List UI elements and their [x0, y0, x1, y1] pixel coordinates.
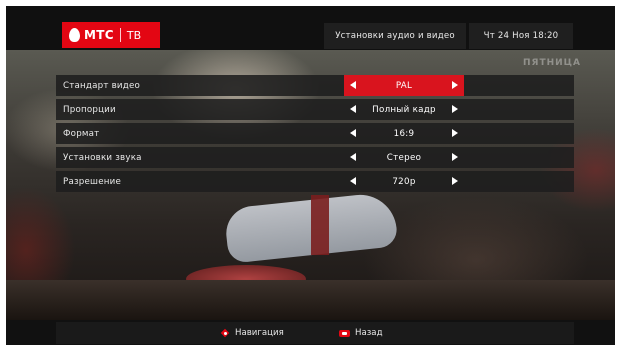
video-table — [6, 280, 615, 320]
value-selector[interactable]: Полный кадр — [344, 99, 464, 120]
back-key-icon — [339, 329, 350, 337]
service-name: ТВ — [126, 28, 142, 42]
navigation-hint: Навигация — [221, 328, 284, 338]
value-selector[interactable]: Стерео — [344, 147, 464, 168]
setting-value: 16:9 — [393, 128, 415, 139]
navigation-label: Навигация — [235, 328, 284, 338]
value-selector[interactable]: 720p — [344, 171, 464, 192]
back-hint[interactable]: Назад — [339, 328, 383, 338]
setting-value: Полный кадр — [372, 104, 436, 115]
setting-row-audio[interactable]: Установки звука Стерео — [56, 147, 574, 168]
back-label: Назад — [355, 328, 383, 338]
value-selector[interactable]: PAL — [344, 75, 464, 96]
date-time: Чт 24 Ноя 18:20 — [469, 23, 573, 49]
arrow-left-icon[interactable] — [350, 153, 356, 161]
setting-label: Установки звука — [63, 152, 142, 163]
mts-tv-logo: МТС ТВ — [62, 22, 160, 48]
arrow-right-icon[interactable] — [452, 81, 458, 89]
page-title: Установки аудио и видео — [324, 23, 466, 49]
setting-label: Пропорции — [63, 104, 116, 115]
setting-label: Формат — [63, 128, 100, 139]
header-bar: МТС ТВ Установки аудио и видео Чт 24 Ноя… — [6, 6, 615, 50]
tv-screen: ПЯТНИЦА МТС ТВ Установки аудио и видео Ч… — [6, 6, 615, 345]
setting-value: PAL — [395, 80, 413, 91]
setting-label: Разрешение — [63, 176, 122, 187]
arrow-right-icon[interactable] — [452, 177, 458, 185]
value-selector[interactable]: 16:9 — [344, 123, 464, 144]
setting-row-format[interactable]: Формат 16:9 — [56, 123, 574, 144]
channel-watermark: ПЯТНИЦА — [523, 58, 581, 68]
arrow-left-icon[interactable] — [350, 105, 356, 113]
brand-name: МТС — [84, 28, 114, 42]
setting-row-resolution[interactable]: Разрешение 720p — [56, 171, 574, 192]
logo-separator — [119, 28, 121, 42]
arrow-left-icon[interactable] — [350, 177, 356, 185]
arrow-right-icon[interactable] — [452, 105, 458, 113]
video-tie — [311, 195, 329, 255]
setting-value: 720p — [392, 176, 416, 187]
mts-egg-logo-icon — [69, 28, 80, 42]
footer-bar: Навигация Назад — [6, 320, 615, 345]
setting-label: Стандарт видео — [63, 80, 141, 91]
setting-value: Стерео — [386, 152, 422, 163]
footer-panel — [56, 322, 574, 344]
setting-row-aspect[interactable]: Пропорции Полный кадр — [56, 99, 574, 120]
arrow-right-icon[interactable] — [452, 129, 458, 137]
dpad-icon — [221, 329, 230, 338]
arrow-right-icon[interactable] — [452, 153, 458, 161]
arrow-left-icon[interactable] — [350, 81, 356, 89]
setting-row-video-standard[interactable]: Стандарт видео PAL — [56, 75, 574, 96]
arrow-left-icon[interactable] — [350, 129, 356, 137]
